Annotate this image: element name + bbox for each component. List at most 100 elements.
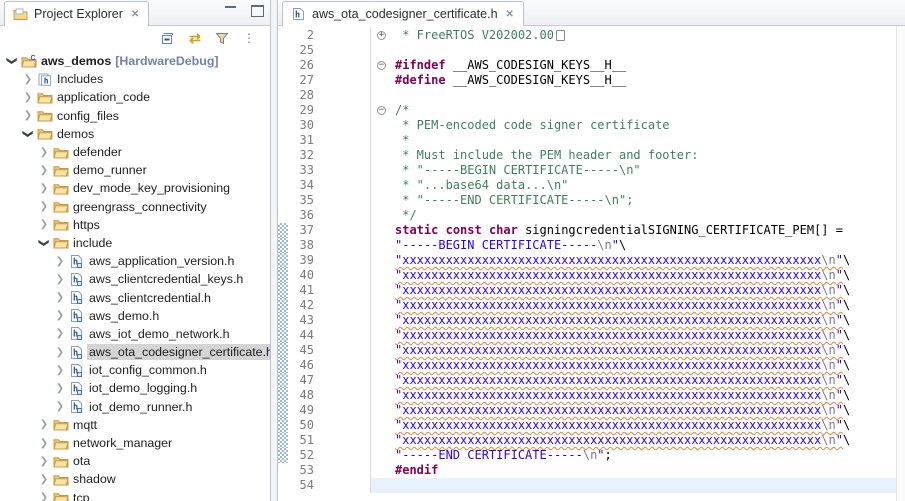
tree-item-label-wrap[interactable]: demo_runner — [71, 162, 150, 178]
line-number[interactable]: 28 — [288, 88, 314, 103]
tree-item-label-wrap[interactable]: aws_demo.h — [87, 308, 162, 324]
chevron-collapsed-icon[interactable]: ❯ — [52, 380, 68, 396]
code-line-51[interactable]: 51 "xxxxxxxxxxxxxxxxxxxxxxxxxxxxxxxxxxxxx… — [278, 433, 896, 448]
tree-item-ota[interactable]: ❯ota — [0, 452, 270, 470]
line-number[interactable]: 34 — [288, 178, 314, 193]
chevron-collapsed-icon[interactable]: ❯ — [20, 71, 36, 87]
chevron-collapsed-icon[interactable]: ❯ — [36, 471, 52, 487]
tree-item-label-wrap[interactable]: https — [71, 217, 103, 233]
code-line-34[interactable]: 34 * "...base64 data...\n" — [278, 178, 896, 193]
tree-item-aws-demos[interactable]: ❯Caws_demos[HardwareDebug] — [0, 52, 270, 70]
tree-item-aws-ota-codesigner-certificate-h[interactable]: ❯haws_ota_codesigner_certificate.h — [0, 343, 270, 361]
line-number[interactable]: 26 — [288, 58, 314, 73]
tree-item-aws-clientcredential-keys-h[interactable]: ❯haws_clientcredential_keys.h — [0, 270, 270, 288]
code-line-42[interactable]: 42"xxxxxxxxxxxxxxxxxxxxxxxxxxxxxxxxxxxxx… — [278, 298, 896, 313]
chevron-collapsed-icon[interactable]: ❯ — [36, 435, 52, 451]
tree-item-shadow[interactable]: ❯shadow — [0, 470, 270, 488]
code-text[interactable] — [392, 88, 896, 103]
line-number[interactable]: 33 — [288, 163, 314, 178]
chevron-expanded-icon[interactable]: ❯ — [36, 235, 52, 251]
line-number[interactable]: 43 — [288, 313, 314, 328]
tree-item-aws-application-version-h[interactable]: ❯haws_application_version.h — [0, 252, 270, 270]
fold-expand-icon[interactable]: + — [377, 31, 386, 40]
code-text[interactable]: "-----END CERTIFICATE-----\n"; — [392, 448, 896, 463]
minimize-icon[interactable] — [224, 5, 237, 17]
code-line-35[interactable]: 35 * "-----END CERTIFICATE-----\n"; — [278, 193, 896, 208]
tree-item-label-wrap[interactable]: greengrass_connectivity — [71, 199, 210, 215]
line-number[interactable]: 2 — [288, 28, 314, 43]
code-text[interactable]: * — [392, 133, 896, 148]
chevron-collapsed-icon[interactable]: ❯ — [20, 108, 36, 124]
fold-collapse-icon[interactable]: − — [377, 61, 386, 70]
tree-item-mqtt[interactable]: ❯ mqtt — [0, 416, 270, 434]
code-text[interactable]: "xxxxxxxxxxxxxxxxxxxxxxxxxxxxxxxxxxxxxxx… — [392, 313, 896, 328]
tree-item-label-wrap[interactable]: iot_demo_runner.h — [87, 399, 195, 415]
code-text[interactable]: * "-----END CERTIFICATE-----\n"; — [392, 193, 896, 208]
line-number[interactable]: 36 — [288, 208, 314, 223]
line-number[interactable]: 46 — [288, 358, 314, 373]
tree-item-label-wrap[interactable]: iot_demo_logging.h — [87, 380, 200, 396]
code-line-2[interactable]: 2+ * FreeRTOS V202002.00 — [278, 28, 896, 43]
code-line-47[interactable]: 47"xxxxxxxxxxxxxxxxxxxxxxxxxxxxxxxxxxxxx… — [278, 373, 896, 388]
tree-item-label-wrap[interactable]: tcp — [71, 490, 93, 501]
code-line-32[interactable]: 32 * Must include the PEM header and foo… — [278, 148, 896, 163]
tree-item-label-wrap[interactable]: application_code — [55, 89, 153, 105]
code-text[interactable]: #endif — [392, 463, 896, 478]
tree-item-demo-runner[interactable]: ❯demo_runner — [0, 161, 270, 179]
tree-item-include[interactable]: ❯ include — [0, 234, 270, 252]
close-icon[interactable]: ✕ — [506, 9, 514, 20]
code-text[interactable]: * "...base64 data...\n" — [392, 178, 896, 193]
code-text[interactable]: "xxxxxxxxxxxxxxxxxxxxxxxxxxxxxxxxxxxxxxx… — [392, 418, 896, 433]
chevron-collapsed-icon[interactable]: ❯ — [52, 362, 68, 378]
tab-editor-file[interactable]: h aws_ota_codesigner_certificate.h ✕ — [282, 1, 524, 26]
fold-collapse-icon[interactable]: − — [377, 106, 386, 115]
chevron-collapsed-icon[interactable]: ❯ — [36, 199, 52, 215]
line-number[interactable]: 32 — [288, 148, 314, 163]
line-number[interactable]: 44 — [288, 328, 314, 343]
code-text[interactable]: "xxxxxxxxxxxxxxxxxxxxxxxxxxxxxxxxxxxxxxx… — [392, 388, 896, 403]
tree-item-label-wrap[interactable]: ota — [71, 453, 93, 469]
tree-item-label-wrap[interactable]: mqtt — [71, 417, 100, 433]
tree-item-label-wrap[interactable]: include — [71, 235, 115, 251]
overview-ruler[interactable] — [896, 26, 905, 501]
code-text[interactable]: "xxxxxxxxxxxxxxxxxxxxxxxxxxxxxxxxxxxxxxx… — [392, 283, 896, 298]
line-number[interactable]: 54 — [288, 478, 314, 493]
line-number[interactable]: 25 — [288, 43, 314, 58]
code-text[interactable]: #define __AWS_CODESIGN_KEYS__H__ — [392, 73, 896, 88]
code-line-26[interactable]: 26 −#ifndef __AWS_CODESIGN_KEYS__H__ — [278, 58, 896, 73]
code-line-40[interactable]: 40"xxxxxxxxxxxxxxxxxxxxxxxxxxxxxxxxxxxxx… — [278, 268, 896, 283]
code-line-46[interactable]: 46"xxxxxxxxxxxxxxxxxxxxxxxxxxxxxxxxxxxxx… — [278, 358, 896, 373]
line-number[interactable]: 53 — [288, 463, 314, 478]
code-text[interactable]: */ — [392, 208, 896, 223]
code-text[interactable]: #ifndef __AWS_CODESIGN_KEYS__H__ — [392, 58, 896, 73]
code-line-44[interactable]: 44"xxxxxxxxxxxxxxxxxxxxxxxxxxxxxxxxxxxxx… — [278, 328, 896, 343]
code-line-49[interactable]: 49"xxxxxxxxxxxxxxxxxxxxxxxxxxxxxxxxxxxxx… — [278, 403, 896, 418]
filter-button[interactable] — [213, 30, 231, 47]
code-text[interactable]: "xxxxxxxxxxxxxxxxxxxxxxxxxxxxxxxxxxxxxxx… — [392, 433, 896, 448]
view-menu-button[interactable]: ⋮ — [240, 30, 258, 47]
code-line-25[interactable]: 25 — [278, 43, 896, 58]
chevron-collapsed-icon[interactable]: ❯ — [36, 417, 52, 433]
folded-region-indicator[interactable] — [556, 30, 565, 41]
tree-item-label-wrap[interactable]: aws_iot_demo_network.h — [87, 326, 233, 342]
tree-item-application-code[interactable]: ❯application_code — [0, 88, 270, 106]
tree-item-defender[interactable]: ❯ defender — [0, 143, 270, 161]
chevron-collapsed-icon[interactable]: ❯ — [36, 144, 52, 160]
chevron-expanded-icon[interactable]: ❯ — [4, 53, 20, 69]
line-number[interactable]: 47 — [288, 373, 314, 388]
tree-item-label-wrap[interactable]: aws_demos[HardwareDebug] — [39, 53, 222, 69]
tree-item-label-wrap[interactable]: dev_mode_key_provisioning — [71, 180, 233, 196]
code-line-30[interactable]: 30 * PEM-encoded code signer certificate — [278, 118, 896, 133]
code-text[interactable]: static const char signingcredentialSIGNI… — [392, 223, 896, 238]
code-text[interactable]: "xxxxxxxxxxxxxxxxxxxxxxxxxxxxxxxxxxxxxxx… — [392, 268, 896, 283]
line-number[interactable]: 27 — [288, 73, 314, 88]
code-line-53[interactable]: 53 #endif — [278, 463, 896, 478]
line-number[interactable]: 37 — [288, 223, 314, 238]
line-number[interactable]: 51 — [288, 433, 314, 448]
line-number[interactable]: 52 — [288, 448, 314, 463]
code-area[interactable]: 2+ * FreeRTOS V202002.002526−#ifndef __A… — [278, 26, 896, 501]
code-text[interactable]: "xxxxxxxxxxxxxxxxxxxxxxxxxxxxxxxxxxxxxxx… — [392, 253, 896, 268]
line-number[interactable]: 31 — [288, 133, 314, 148]
tree-item-label-wrap[interactable]: defender — [71, 144, 125, 160]
code-line-33[interactable]: 33 * "-----BEGIN CERTIFICATE-----\n" — [278, 163, 896, 178]
